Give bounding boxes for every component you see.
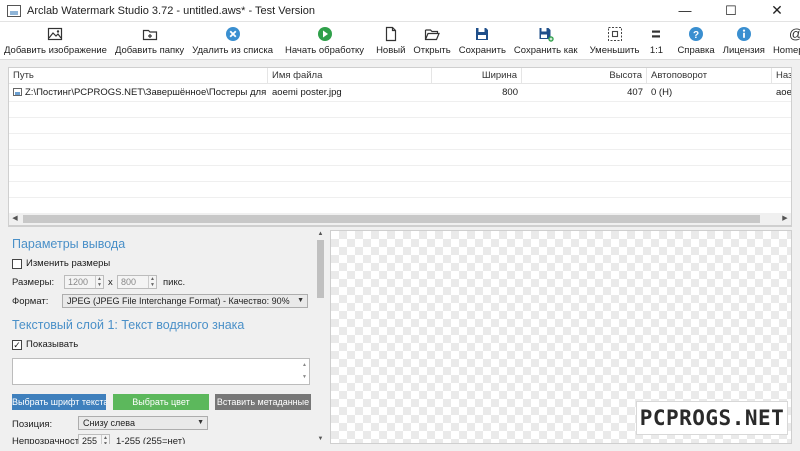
- opacity-label: Непрозрачность:: [12, 436, 87, 444]
- file-list[interactable]: Путь Имя файла Ширина Высота Автоповорот…: [8, 67, 792, 227]
- row-divider: [9, 133, 791, 134]
- cell-filename: aoemi poster.jpg: [272, 87, 342, 98]
- remove-from-list-button[interactable]: Удалить из списка: [188, 22, 277, 60]
- chevron-down-icon: ▼: [297, 297, 304, 304]
- column-header-height[interactable]: Высота: [522, 68, 647, 84]
- format-label: Формат:: [12, 296, 49, 307]
- file-list-header: Путь Имя файла Ширина Высота Автоповорот…: [9, 68, 791, 84]
- app-icon: [7, 4, 21, 17]
- resize-label: Изменить размеры: [26, 258, 111, 269]
- choose-font-button[interactable]: Выбрать шрифт текста: [12, 394, 106, 410]
- info-icon: [735, 25, 753, 43]
- row-divider: [9, 197, 791, 198]
- save-icon: [473, 25, 491, 43]
- show-checkbox-row[interactable]: ✓ Показывать: [12, 339, 78, 350]
- text-layer-title: Текстовый слой 1: Текст водяного знака: [12, 318, 245, 332]
- cell-height: 407: [627, 87, 643, 98]
- new-button[interactable]: Новый: [372, 22, 409, 60]
- show-label: Показывать: [26, 339, 79, 350]
- row-divider: [9, 149, 791, 150]
- show-checkbox[interactable]: ✓: [12, 339, 22, 350]
- stepper-arrows-icon[interactable]: ▲ ▼: [95, 276, 103, 288]
- open-folder-icon: [423, 25, 441, 43]
- cell-path: Z:\Постинг\PCPROGS.NET\Завершённое\Посте…: [9, 85, 268, 101]
- chevron-down-icon: ▼: [197, 419, 204, 426]
- settings-vertical-scrollbar[interactable]: ▲ ▼: [315, 230, 326, 444]
- output-params-title: Параметры вывода: [12, 237, 126, 251]
- toolbar: Добавить изображение Добавить папку Удал…: [0, 22, 800, 60]
- image-file-icon: [13, 88, 22, 96]
- image-icon: [46, 25, 64, 43]
- horizontal-scrollbar[interactable]: ◀ ▶: [8, 213, 792, 226]
- equals-icon: [647, 25, 665, 43]
- table-row[interactable]: Z:\Постинг\PCPROGS.NET\Завершённое\Посте…: [9, 85, 791, 101]
- cell-width: 800: [502, 87, 518, 98]
- scroll-up-icon[interactable]: ▲: [315, 230, 326, 239]
- sizes-label: Размеры:: [12, 277, 55, 288]
- window-title: Arclab Watermark Studio 3.72 - untitled.…: [27, 4, 315, 17]
- row-divider: [9, 165, 791, 166]
- scroll-thumb[interactable]: [317, 240, 324, 298]
- scroll-down-icon[interactable]: ▼: [315, 435, 326, 444]
- remove-icon: [224, 25, 242, 43]
- format-select[interactable]: JPEG (JPEG File Interchange Format) - Ка…: [62, 294, 308, 308]
- at-icon: @: [787, 25, 800, 43]
- height-stepper[interactable]: 800 ▲ ▼: [117, 275, 157, 289]
- cell-autorotate: 0 (H): [651, 87, 673, 98]
- add-folder-button[interactable]: Добавить папку: [111, 22, 188, 60]
- svg-text:?: ?: [693, 30, 699, 41]
- resize-checkbox-row[interactable]: Изменить размеры: [12, 258, 110, 269]
- choose-color-button[interactable]: Выбрать цвет: [113, 394, 209, 410]
- position-label: Позиция:: [12, 419, 53, 430]
- add-image-button[interactable]: Добавить изображение: [0, 22, 111, 60]
- fit-icon: [606, 25, 624, 43]
- maximize-button[interactable]: ☐: [708, 0, 754, 22]
- help-button[interactable]: ? Справка: [673, 22, 718, 60]
- opacity-stepper[interactable]: 255 ▲ ▼: [78, 434, 110, 444]
- save-as-button[interactable]: Сохранить как: [510, 22, 582, 60]
- start-processing-button[interactable]: Начать обработку: [281, 22, 368, 60]
- open-button[interactable]: Открыть: [409, 22, 454, 60]
- column-header-path[interactable]: Путь: [9, 68, 268, 84]
- width-stepper[interactable]: 1200 ▲ ▼: [64, 275, 104, 289]
- svg-text:@: @: [789, 26, 800, 42]
- folder-icon: [141, 25, 159, 43]
- column-header-width[interactable]: Ширина: [432, 68, 522, 84]
- save-as-icon: [537, 25, 555, 43]
- title-bar: Arclab Watermark Studio 3.72 - untitled.…: [0, 0, 800, 22]
- position-select[interactable]: Снизу слева ▼: [78, 416, 208, 430]
- insert-metadata-button[interactable]: Вставить метаданные: [215, 394, 311, 410]
- cell-name: aoe: [776, 87, 792, 98]
- resize-checkbox[interactable]: [12, 258, 22, 269]
- zoom-one-to-one-button[interactable]: 1:1: [643, 22, 669, 60]
- column-header-name[interactable]: Наз: [772, 68, 791, 84]
- scroll-right-icon[interactable]: ▶: [779, 213, 791, 225]
- close-button[interactable]: ✕: [754, 0, 800, 22]
- save-button[interactable]: Сохранить: [455, 22, 510, 60]
- zoom-out-button[interactable]: Уменьшить: [586, 22, 644, 60]
- row-divider: [9, 117, 791, 118]
- settings-panel: Параметры вывода Изменить размеры Размер…: [8, 230, 326, 444]
- scroll-thumb[interactable]: [23, 215, 760, 223]
- opacity-range-label: 1-255 (255=нет): [116, 436, 186, 444]
- column-header-autorotate[interactable]: Автоповорот: [647, 68, 772, 84]
- times-label: x: [108, 277, 113, 288]
- scroll-arrows-icon[interactable]: ▲ ▼: [300, 359, 309, 384]
- minimize-button[interactable]: —: [662, 0, 708, 22]
- units-label: пикс.: [163, 277, 186, 288]
- column-header-filename[interactable]: Имя файла: [268, 68, 432, 84]
- row-divider: [9, 101, 791, 102]
- stepper-arrows-icon[interactable]: ▲ ▼: [101, 435, 109, 444]
- watermark-text-input[interactable]: ▲ ▼: [12, 358, 310, 385]
- play-icon: [316, 25, 334, 43]
- help-icon: ?: [687, 25, 705, 43]
- row-divider: [9, 181, 791, 182]
- homepage-button[interactable]: @ Homepage: [769, 22, 800, 60]
- scroll-left-icon[interactable]: ◀: [9, 213, 21, 225]
- new-file-icon: [382, 25, 400, 43]
- site-watermark: PCPROGS.NET: [636, 401, 788, 435]
- stepper-arrows-icon[interactable]: ▲ ▼: [148, 276, 156, 288]
- license-button[interactable]: Лицензия: [719, 22, 769, 60]
